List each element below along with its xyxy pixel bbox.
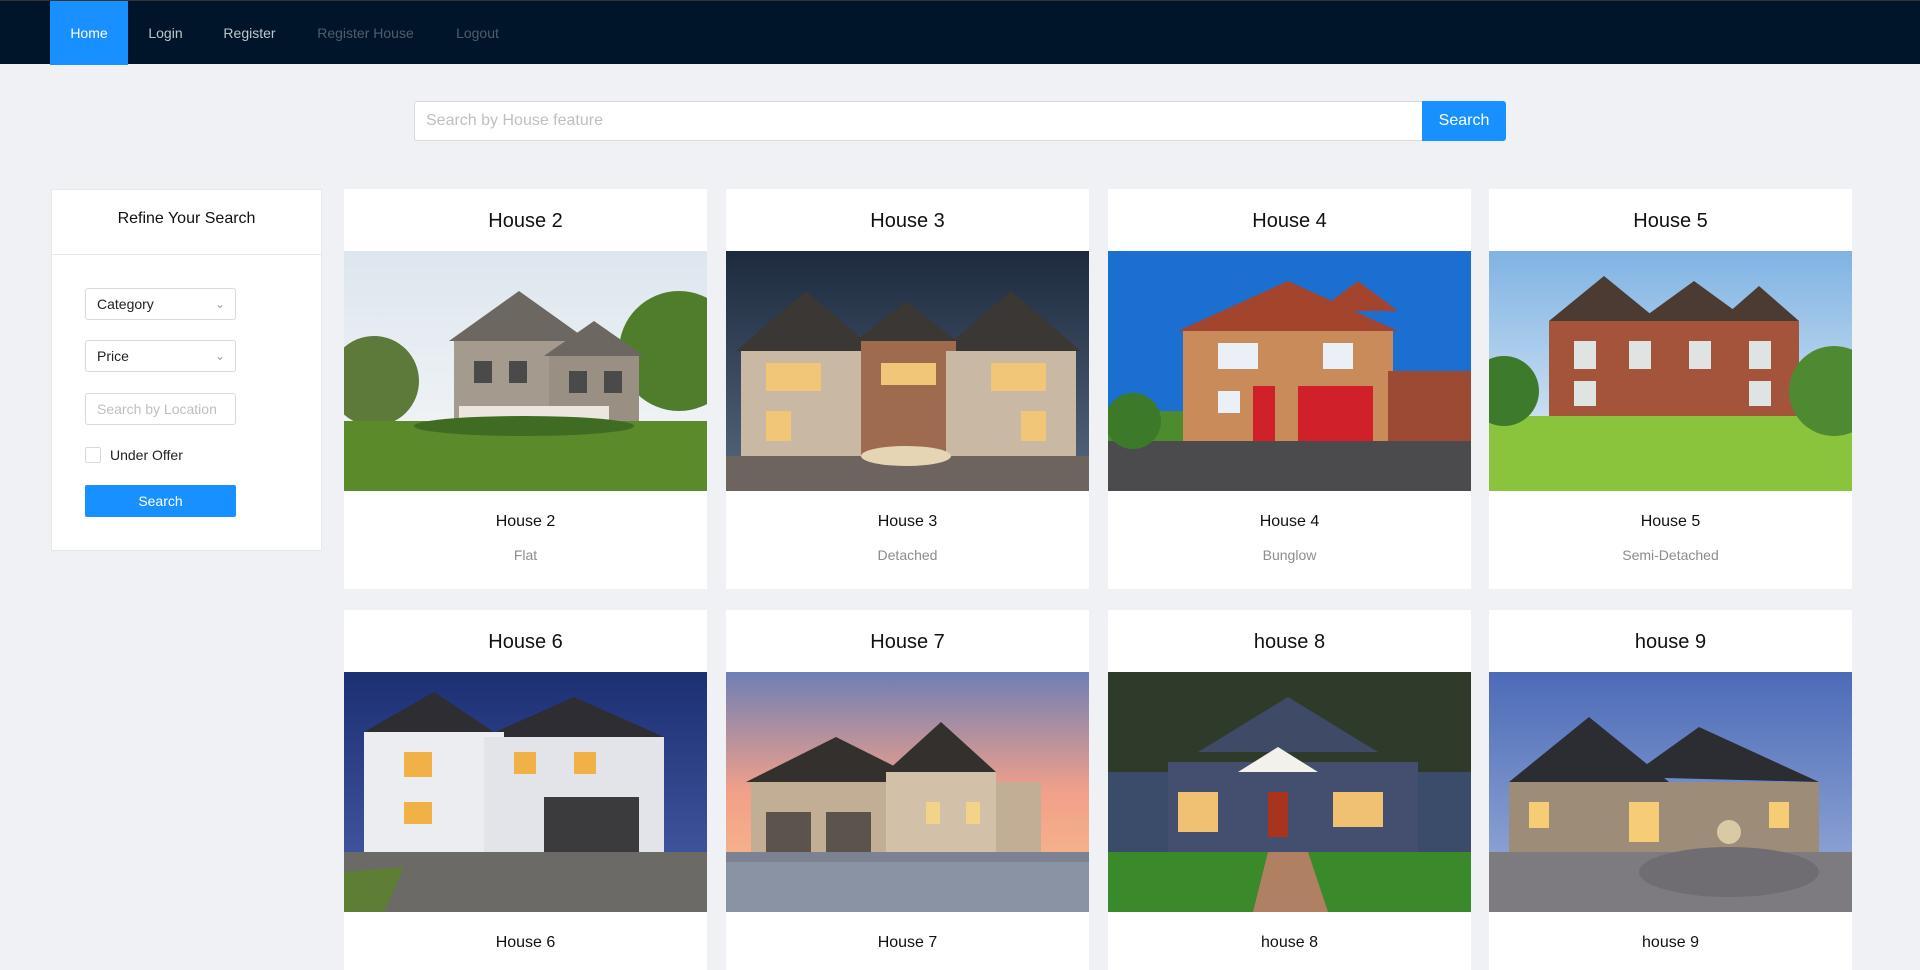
house-name: house 9: [1642, 934, 1699, 951]
house-card[interactable]: house 9 house 9: [1489, 610, 1852, 970]
house-card[interactable]: House 6 House 6: [344, 610, 707, 970]
house-card-title: house 8: [1253, 631, 1326, 653]
under-offer-checkbox-row[interactable]: Under Offer: [85, 445, 183, 465]
price-select[interactable]: Price ⌄: [85, 340, 236, 372]
house-card-title: House 2: [488, 210, 563, 232]
house-name: House 2: [495, 513, 556, 530]
under-offer-checkbox[interactable]: [85, 447, 101, 463]
house-photo[interactable]: [344, 251, 707, 491]
category-select[interactable]: Category ⌄: [85, 288, 236, 320]
house-photo[interactable]: [344, 672, 707, 912]
house-card[interactable]: House 5 House 5 Semi-Detached: [1489, 189, 1852, 589]
house-photo[interactable]: [1108, 672, 1471, 912]
house-card[interactable]: House 4 House 4 Bunglow: [1108, 189, 1471, 589]
house-name: House 6: [495, 934, 556, 951]
feature-search-input[interactable]: [414, 101, 1422, 141]
house-type: Flat: [513, 547, 538, 563]
house-card-title: House 4: [1252, 210, 1327, 232]
top-navigation: Home Login Register Register House Logou…: [0, 0, 1920, 65]
house-photo[interactable]: [1489, 251, 1852, 491]
location-search-input[interactable]: [85, 393, 236, 425]
house-card-title: house 9: [1634, 631, 1707, 653]
nav-home[interactable]: Home: [50, 1, 128, 65]
house-card[interactable]: house 8 house 8: [1108, 610, 1471, 970]
nav-register-house[interactable]: Register House: [296, 1, 435, 65]
house-name: House 4: [1259, 513, 1320, 530]
house-card-title: House 6: [488, 631, 563, 653]
house-name: House 5: [1640, 513, 1701, 530]
house-card[interactable]: House 2 House 2 Flat: [344, 189, 707, 589]
house-photo[interactable]: [726, 672, 1089, 912]
house-name: house 8: [1261, 934, 1318, 951]
price-select-label: Price: [97, 348, 129, 364]
house-card-title: House 7: [870, 631, 945, 653]
refine-search-panel: Refine Your Search Category ⌄ Price ⌄ Un…: [51, 189, 322, 551]
house-photo[interactable]: [726, 251, 1089, 491]
refine-search-button[interactable]: Search: [85, 485, 236, 517]
refine-search-title: Refine Your Search: [52, 190, 321, 255]
house-card-title: House 5: [1633, 210, 1708, 232]
house-name: House 7: [877, 934, 938, 951]
category-select-label: Category: [97, 296, 154, 312]
house-card[interactable]: House 7 House 7: [726, 610, 1089, 970]
chevron-down-icon: ⌄: [214, 349, 225, 363]
feature-search-button[interactable]: Search: [1422, 101, 1506, 141]
feature-search-bar: Search: [414, 101, 1506, 141]
house-type: Semi-Detached: [1622, 547, 1719, 563]
chevron-down-icon: ⌄: [214, 297, 225, 311]
house-photo[interactable]: [1489, 672, 1852, 912]
house-photo[interactable]: [1108, 251, 1471, 491]
nav-login[interactable]: Login: [128, 1, 203, 65]
nav-register[interactable]: Register: [203, 1, 296, 65]
under-offer-label[interactable]: Under Offer: [110, 447, 183, 463]
house-card[interactable]: House 3 House 3 Detached: [726, 189, 1089, 589]
house-name: House 3: [877, 513, 938, 530]
nav-logout[interactable]: Logout: [435, 1, 520, 65]
house-type: Detached: [877, 547, 938, 563]
house-type: Bunglow: [1262, 547, 1317, 563]
house-card-title: House 3: [870, 210, 945, 232]
